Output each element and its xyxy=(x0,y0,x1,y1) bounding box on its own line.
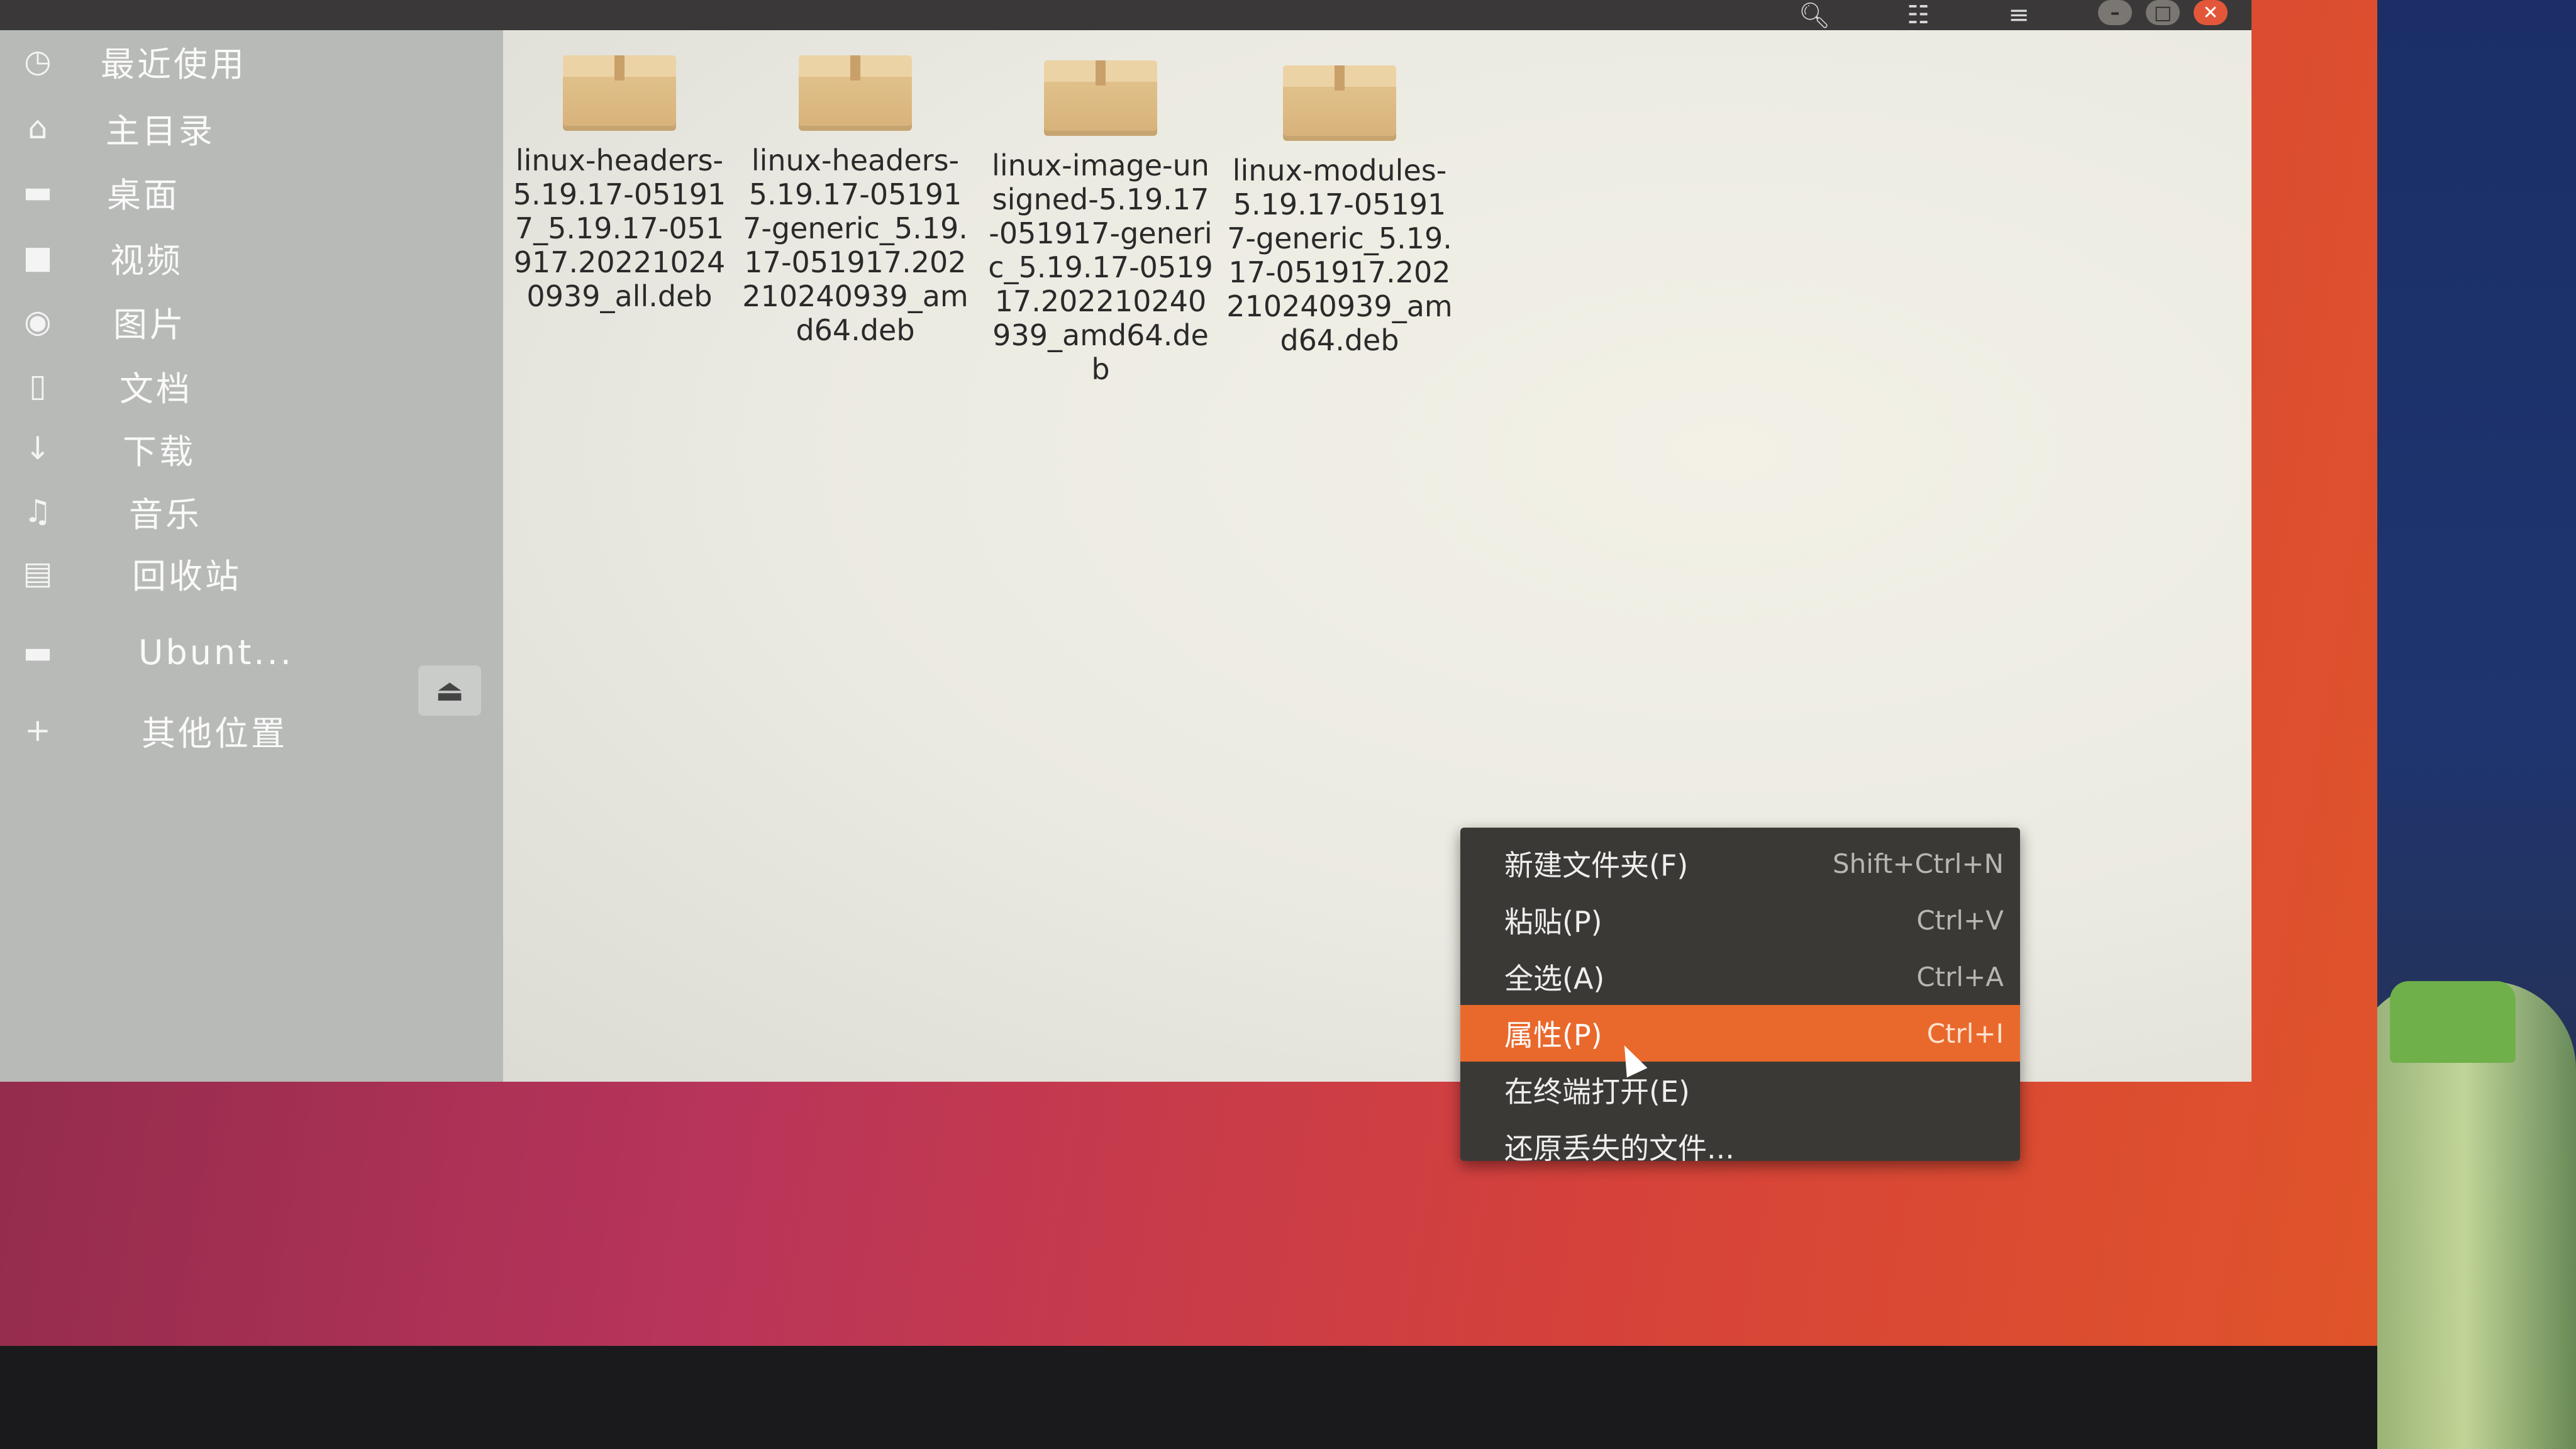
menu-item-paste[interactable]: 粘贴(P) Ctrl+V xyxy=(1460,892,2020,948)
maximize-button[interactable]: □ xyxy=(2146,0,2180,25)
sidebar-item-label: 主目录 xyxy=(106,111,215,151)
sidebar-item-trash[interactable]: ▤ 回收站 xyxy=(0,545,478,601)
menu-item-label: 新建文件夹(F) xyxy=(1504,848,1689,882)
hamburger-menu-icon: ≡ xyxy=(2008,1,2029,30)
file-name: linux-modules-5.19.17-051917-generic_5.1… xyxy=(1226,153,1453,357)
sidebar-item-recent[interactable]: ◷ 最近使用 xyxy=(0,33,478,89)
maximize-icon: □ xyxy=(2153,1,2172,24)
file-item[interactable]: linux-image-unsigned-5.19.17-051917-gene… xyxy=(987,60,1214,386)
sidebar-item-desktop[interactable]: ▬ 桌面 xyxy=(0,164,478,220)
eject-button[interactable]: ⏏ xyxy=(418,665,481,716)
monitor-screen: 🔍︎ ☷ ≡ – □ ✕ ◷ 最近使用 ⌂ 主目录 ▬ 桌面 ■ 视频 ◉ 图片… xyxy=(0,0,2377,1346)
package-icon xyxy=(1044,60,1157,136)
sidebar-item-label: 视频 xyxy=(110,240,183,280)
header-bar: 🔍︎ ☷ ≡ – □ ✕ xyxy=(0,0,2251,30)
menu-button[interactable]: ≡ xyxy=(1984,0,2053,30)
camera-icon: ◉ xyxy=(24,303,52,340)
drive-icon: ▬ xyxy=(23,634,53,670)
sidebar-item-documents[interactable]: ▯ 文档 xyxy=(0,357,478,414)
menu-item-label: 属性(P) xyxy=(1504,1018,1602,1052)
sidebar-item-label: 回收站 xyxy=(132,556,242,596)
sidebar-item-drive[interactable]: ▬ Ubunt... xyxy=(0,624,478,680)
search-icon: 🔍︎ xyxy=(1798,1,1831,30)
file-item[interactable]: linux-headers-5.19.17-051917_5.19.17-051… xyxy=(506,55,733,313)
sidebar-item-other-locations[interactable]: + 其他位置 xyxy=(0,702,478,758)
bottle-cap xyxy=(2390,981,2516,1063)
package-icon xyxy=(799,55,912,131)
sidebar-item-label: 桌面 xyxy=(107,175,180,215)
file-name: linux-headers-5.19.17-051917_5.19.17-051… xyxy=(513,143,726,313)
minimize-icon: – xyxy=(2110,1,2120,24)
menu-item-open-terminal[interactable]: 在终端打开(E) xyxy=(1460,1062,2020,1118)
view-toggle-button[interactable]: ☷ xyxy=(1884,0,1953,30)
menu-item-label: 还原丢失的文件... xyxy=(1504,1131,1735,1165)
clock-icon: ◷ xyxy=(24,43,52,79)
menu-item-shortcut: Ctrl+I xyxy=(1926,1018,2004,1049)
download-icon: ↓ xyxy=(25,430,51,467)
close-button[interactable]: ✕ xyxy=(2194,0,2228,25)
sidebar-item-pictures[interactable]: ◉ 图片 xyxy=(0,293,478,350)
package-icon xyxy=(1283,65,1396,141)
menu-item-select-all[interactable]: 全选(A) Ctrl+A xyxy=(1460,948,2020,1005)
sidebar-item-label: 最近使用 xyxy=(101,44,247,84)
menu-item-shortcut: Shift+Ctrl+N xyxy=(1833,848,2004,879)
menu-item-label: 全选(A) xyxy=(1504,962,1605,996)
sidebar-item-label: 其他位置 xyxy=(142,713,287,753)
monitor-bezel xyxy=(0,1346,2377,1449)
minimize-button[interactable]: – xyxy=(2098,0,2132,25)
menu-item-restore-missing[interactable]: 还原丢失的文件... xyxy=(1460,1118,2020,1175)
plus-icon: + xyxy=(25,712,51,748)
folder-icon: ▬ xyxy=(23,174,53,210)
file-name: linux-image-unsigned-5.19.17-051917-gene… xyxy=(988,148,1213,386)
eject-icon: ⏏ xyxy=(435,673,464,708)
trash-icon: ▤ xyxy=(23,555,53,591)
sidebar-item-label: 图片 xyxy=(113,304,186,345)
photo-scene: 🔍︎ ☷ ≡ – □ ✕ ◷ 最近使用 ⌂ 主目录 ▬ 桌面 ■ 视频 ◉ 图片… xyxy=(0,0,2576,1449)
video-icon: ■ xyxy=(23,239,53,275)
sidebar: ◷ 最近使用 ⌂ 主目录 ▬ 桌面 ■ 视频 ◉ 图片 ▯ 文档 ↓ 下载 ♫ … xyxy=(0,30,503,1082)
music-icon: ♫ xyxy=(23,493,52,530)
sidebar-item-label: Ubunt... xyxy=(138,632,294,672)
search-button[interactable]: 🔍︎ xyxy=(1780,0,1849,30)
document-icon: ▯ xyxy=(29,367,47,404)
sidebar-item-label: 文档 xyxy=(119,369,192,409)
menu-item-shortcut: Ctrl+A xyxy=(1916,961,2004,992)
file-item[interactable]: linux-modules-5.19.17-051917-generic_5.1… xyxy=(1226,65,1453,357)
context-menu: 新建文件夹(F) Shift+Ctrl+N 粘贴(P) Ctrl+V 全选(A)… xyxy=(1460,828,2020,1165)
grid-view-icon: ☷ xyxy=(1907,1,1929,30)
menu-item-properties[interactable]: 属性(P) Ctrl+I xyxy=(1460,1005,2020,1062)
package-icon xyxy=(563,55,676,131)
file-item[interactable]: linux-headers-5.19.17-051917-generic_5.1… xyxy=(742,55,969,347)
sidebar-item-music[interactable]: ♫ 音乐 xyxy=(0,483,478,540)
sidebar-item-downloads[interactable]: ↓ 下载 xyxy=(0,420,478,477)
close-icon: ✕ xyxy=(2202,1,2219,24)
sidebar-item-videos[interactable]: ■ 视频 xyxy=(0,229,478,286)
sidebar-item-label: 音乐 xyxy=(129,494,202,535)
sidebar-item-label: 下载 xyxy=(123,431,196,472)
menu-item-label: 粘贴(P) xyxy=(1504,905,1602,939)
file-name: linux-headers-5.19.17-051917-generic_5.1… xyxy=(742,143,969,347)
menu-item-new-folder[interactable]: 新建文件夹(F) Shift+Ctrl+N xyxy=(1460,835,2020,892)
home-icon: ⌂ xyxy=(28,109,48,146)
menu-item-shortcut: Ctrl+V xyxy=(1916,904,2004,936)
menu-item-label: 在终端打开(E) xyxy=(1504,1075,1690,1109)
sidebar-item-home[interactable]: ⌂ 主目录 xyxy=(0,99,478,156)
